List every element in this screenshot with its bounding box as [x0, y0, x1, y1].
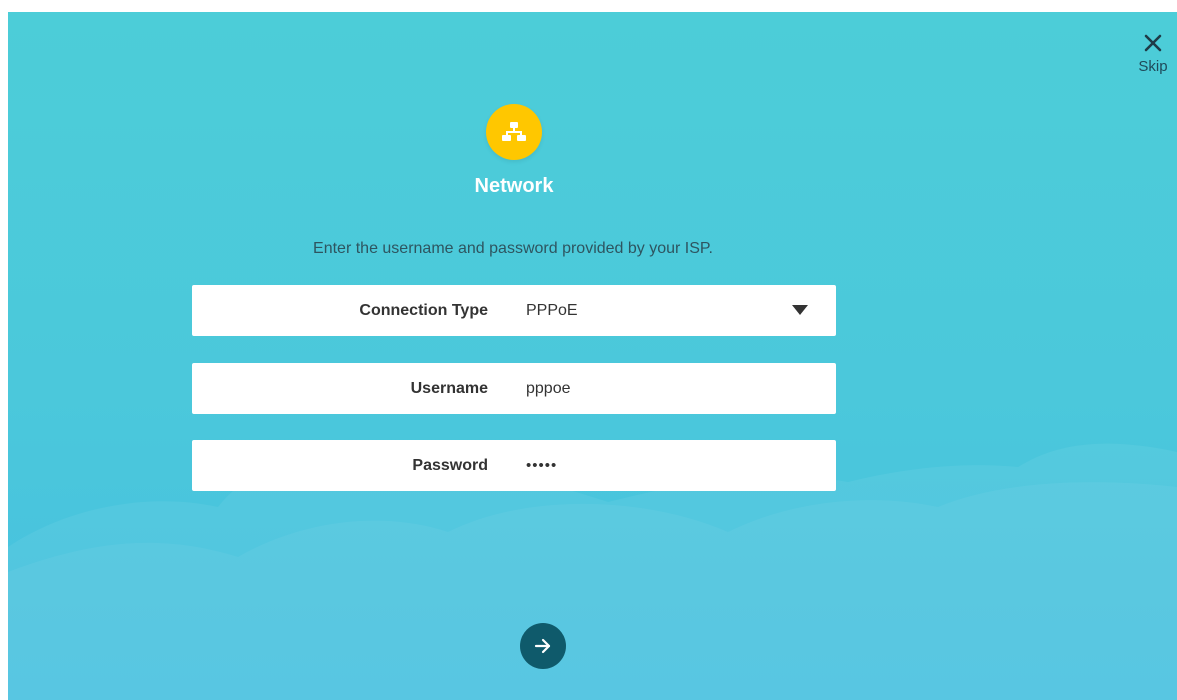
setup-wizard-panel: Skip Network Enter the username and pass… [8, 12, 1177, 700]
connection-type-value[interactable]: PPPoE [526, 285, 578, 336]
cloud-background [8, 443, 1177, 700]
connection-type-select[interactable]: Connection Type PPPoE [192, 285, 836, 336]
arrow-right-icon [534, 638, 551, 654]
username-label: Username [410, 380, 488, 397]
page-title: Network [474, 175, 554, 197]
close-icon [1144, 34, 1162, 52]
password-input[interactable]: ••••• [526, 440, 557, 491]
instruction-text: Enter the username and password provided… [313, 240, 713, 257]
password-field[interactable]: Password ••••• [192, 440, 836, 491]
network-step-badge [486, 104, 542, 160]
username-input[interactable]: pppoe [526, 363, 571, 414]
network-topology-icon [502, 122, 526, 141]
username-field[interactable]: Username pppoe [192, 363, 836, 414]
skip-button[interactable]: Skip [1133, 34, 1173, 84]
dropdown-arrow-icon[interactable] [792, 305, 808, 315]
skip-label[interactable]: Skip [1138, 58, 1167, 75]
connection-type-label: Connection Type [359, 302, 488, 319]
password-label: Password [412, 457, 488, 474]
next-button[interactable] [520, 623, 566, 669]
